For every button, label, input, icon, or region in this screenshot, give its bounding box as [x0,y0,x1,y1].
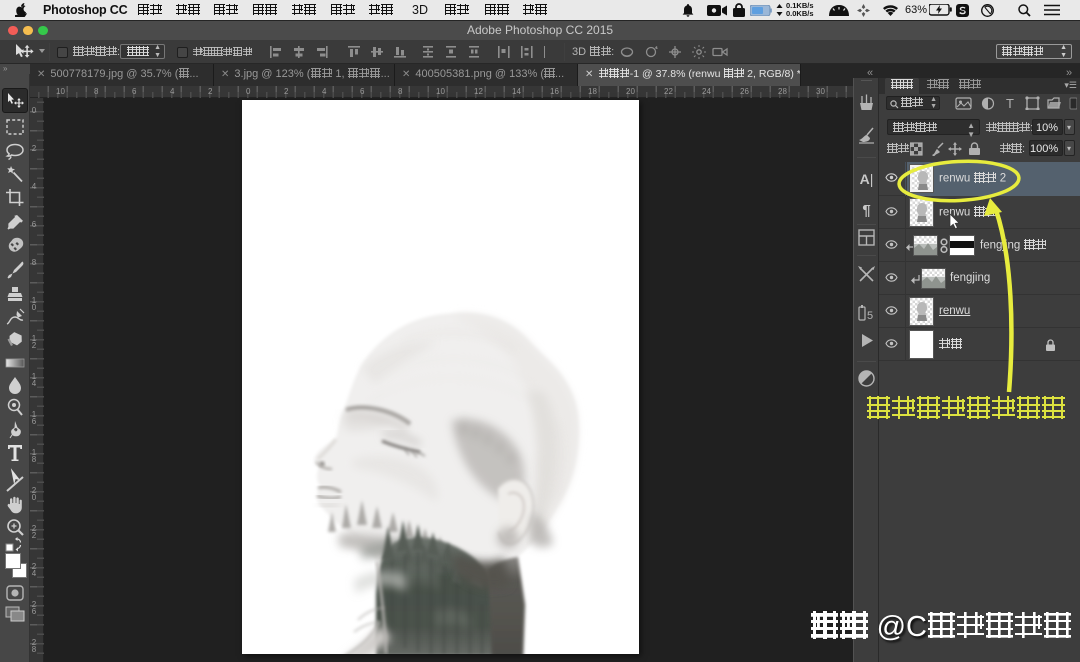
svg-text:T: T [1006,96,1014,110]
svg-text:5: 5 [867,310,873,322]
